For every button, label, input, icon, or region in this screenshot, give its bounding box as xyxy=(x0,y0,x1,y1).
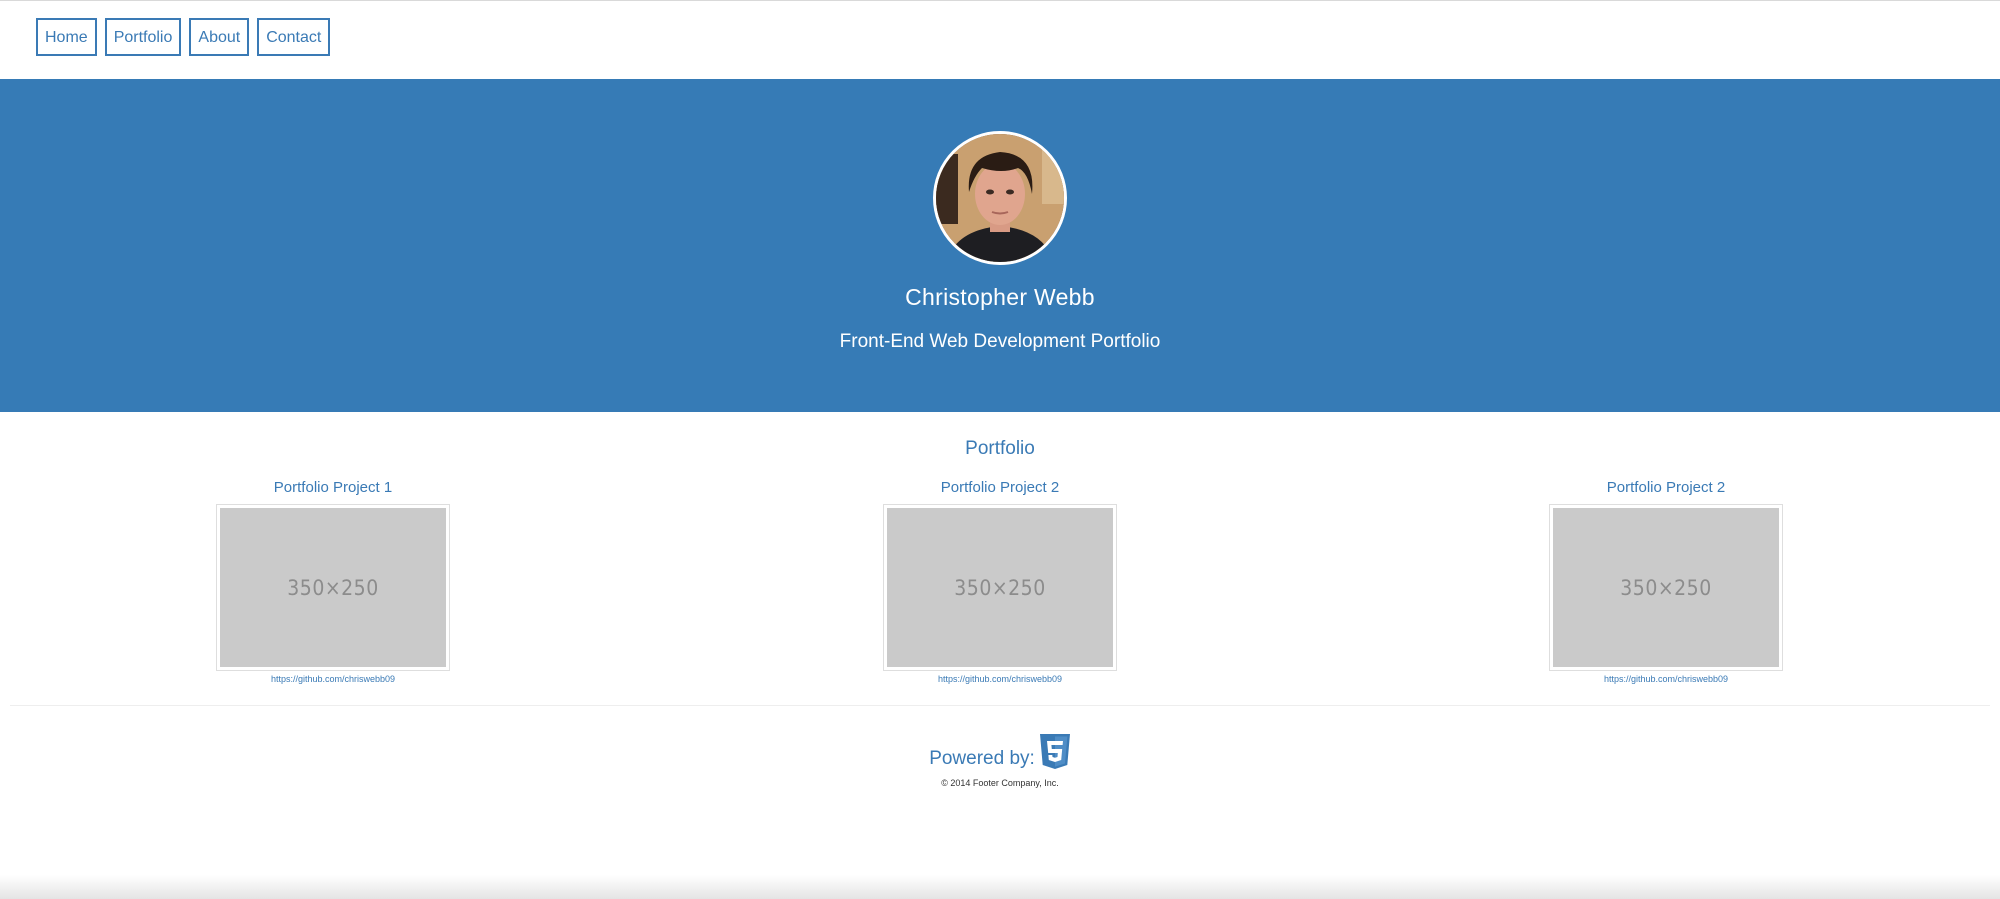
thumbnail-placeholder-text: 350×250 xyxy=(1553,508,1779,667)
hero-section: Christopher Webb Front-End Web Developme… xyxy=(0,79,2000,412)
powered-by-label: Powered by: xyxy=(929,748,1035,769)
portfolio-project-card: Portfolio Project 2 350×250 https://gith… xyxy=(883,478,1117,684)
nav-contact-link[interactable]: Contact xyxy=(257,18,331,56)
project-github-link[interactable]: https://github.com/chriswebb09 xyxy=(1549,674,1783,684)
thumbnail-placeholder-text: 350×250 xyxy=(220,508,446,667)
hero-name: Christopher Webb xyxy=(905,284,1095,310)
portfolio-project-card: Portfolio Project 1 350×250 https://gith… xyxy=(216,478,450,684)
navbar: Home Portfolio About Contact xyxy=(0,1,2000,79)
main-nav: Home Portfolio About Contact xyxy=(36,18,331,56)
avatar-portrait xyxy=(936,134,1064,262)
thumbnail-placeholder-text: 350×250 xyxy=(887,508,1113,667)
project-github-link[interactable]: https://github.com/chriswebb09 xyxy=(883,674,1117,684)
footer-divider xyxy=(10,705,1990,706)
project-title: Portfolio Project 2 xyxy=(1606,479,1726,496)
powered-by: Powered by: xyxy=(0,734,2000,770)
nav-portfolio-link[interactable]: Portfolio xyxy=(104,18,182,56)
avatar xyxy=(933,131,1067,265)
project-thumbnail[interactable]: 350×250 xyxy=(1549,504,1783,671)
portfolio-section-title: Portfolio xyxy=(965,438,1035,459)
hero-subtitle: Front-End Web Development Portfolio xyxy=(839,331,1161,352)
nav-home-link[interactable]: Home xyxy=(36,18,97,56)
project-thumbnail[interactable]: 350×250 xyxy=(216,504,450,671)
project-title: Portfolio Project 1 xyxy=(273,479,393,496)
project-thumbnail[interactable]: 350×250 xyxy=(883,504,1117,671)
footer-copyright: © 2014 Footer Company, Inc. xyxy=(941,778,1059,788)
project-github-link[interactable]: https://github.com/chriswebb09 xyxy=(216,674,450,684)
nav-about-link[interactable]: About xyxy=(189,18,250,56)
bottom-edge-shadow xyxy=(0,875,2000,899)
portfolio-project-card: Portfolio Project 2 350×250 https://gith… xyxy=(1549,478,1783,684)
html5-icon xyxy=(1039,734,1070,769)
project-title: Portfolio Project 2 xyxy=(940,479,1060,496)
